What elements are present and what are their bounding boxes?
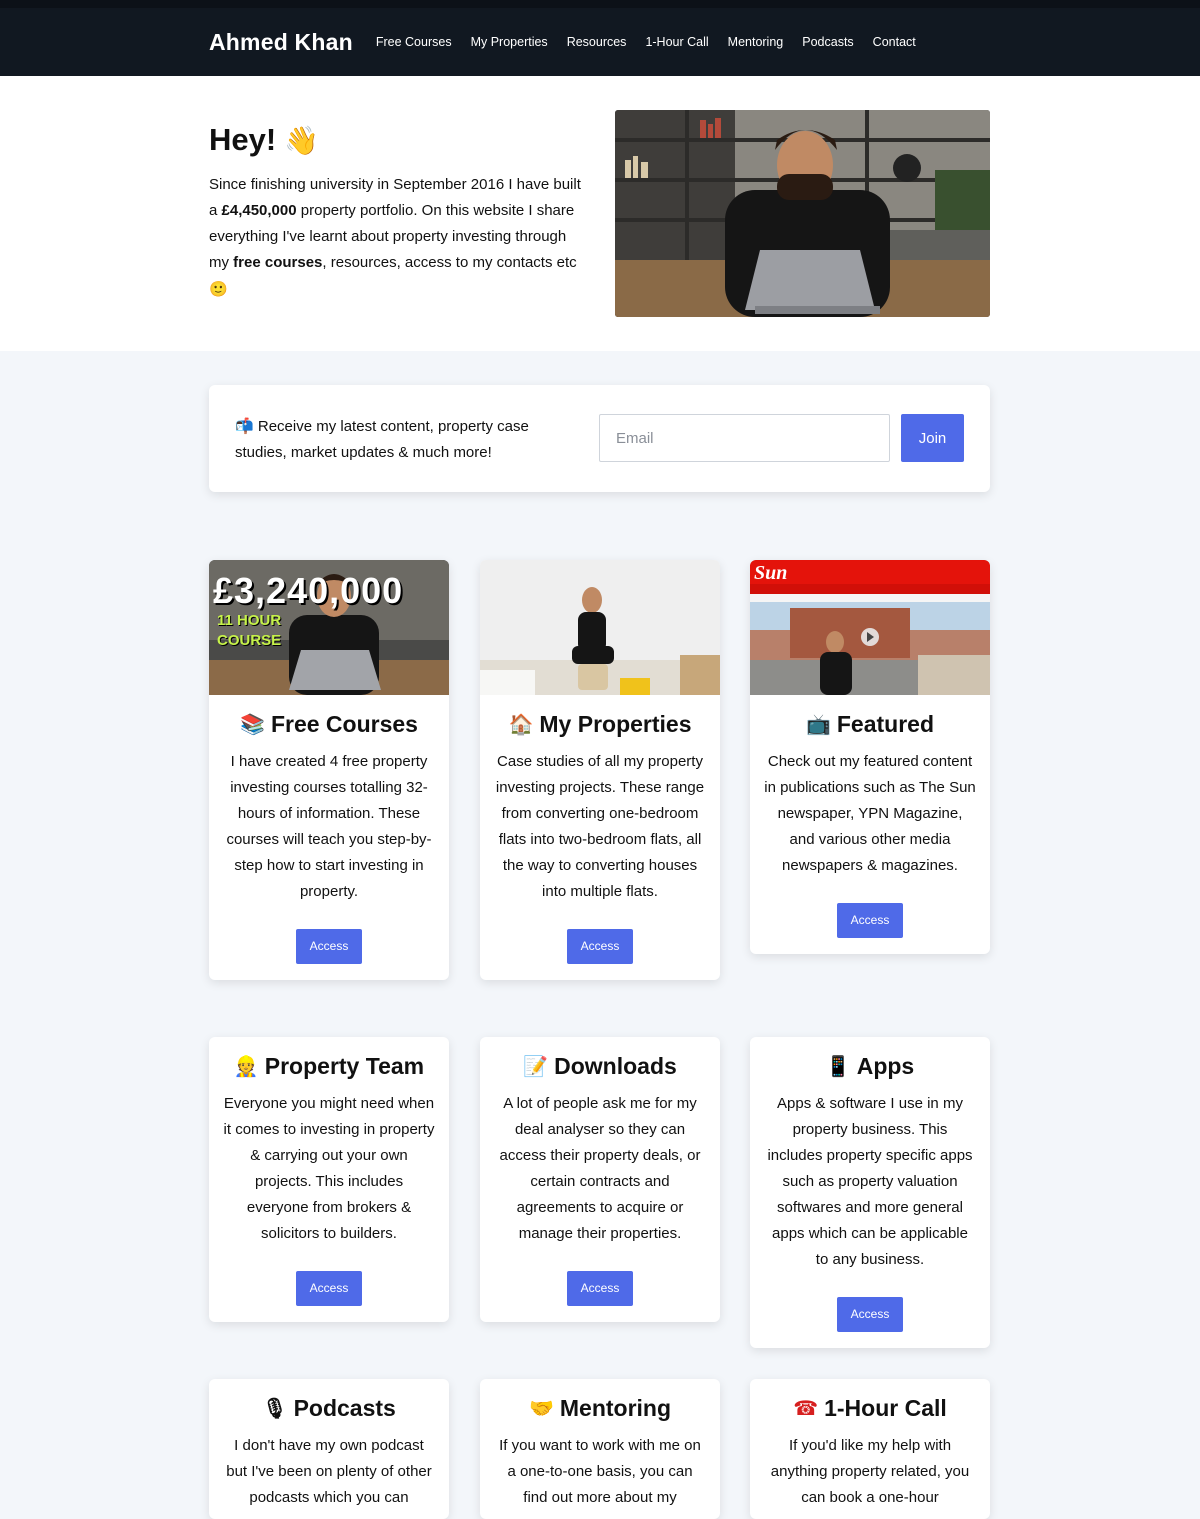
card-description: A lot of people ask me for my deal analy…: [499, 1095, 701, 1242]
card-title-text: Apps: [856, 1053, 915, 1079]
course-promo-line1: 11 HOUR: [217, 612, 282, 629]
card-podcasts: 🎙 Podcasts I don't have my own podcast b…: [209, 1379, 449, 1519]
free-courses-highlight: free courses: [233, 254, 323, 271]
hero-text: Hey! 👋 Since finishing university in Sep…: [209, 122, 584, 303]
card-image-featured: Sun: [750, 560, 990, 695]
card-title-free-courses: 📚 Free Courses: [209, 709, 449, 739]
card-image-free-courses: £3,240,000 11 HOUR COURSE: [209, 560, 449, 695]
nav-link-my-properties[interactable]: My Properties: [471, 35, 548, 49]
card-title-property-team: 👷 Property Team: [209, 1051, 449, 1081]
card-description: I have created 4 free property investing…: [226, 753, 432, 900]
portfolio-value: £4,450,000: [221, 202, 297, 219]
the-sun-logo: Sun: [754, 562, 787, 585]
card-description: I don't have my own podcast but I've bee…: [226, 1437, 432, 1506]
books-icon: 📚: [240, 712, 265, 736]
card-title-text: Podcasts: [293, 1395, 396, 1421]
card-property-team: 👷 Property Team Everyone you might need …: [209, 1037, 449, 1322]
hero-title: Hey! 👋: [209, 122, 584, 158]
hero-body-part: , resources, access to my contacts etc: [322, 254, 577, 271]
mailbox-icon: 📬: [235, 417, 254, 435]
card-title-text: 1-Hour Call: [824, 1395, 947, 1421]
access-button-downloads[interactable]: Access: [567, 1271, 633, 1306]
card-free-courses: £3,240,000 11 HOUR COURSE 📚 Free Courses…: [209, 560, 449, 980]
top-navbar: Ahmed Khan Free Courses My Properties Re…: [0, 0, 1200, 76]
join-button[interactable]: Join: [901, 414, 964, 462]
microphone-icon: 🎙: [262, 1396, 288, 1420]
card-description: Case studies of all my property investin…: [495, 753, 705, 900]
access-button-apps[interactable]: Access: [837, 1297, 903, 1332]
card-description: Everyone you might need when it comes to…: [223, 1095, 435, 1242]
course-promo-amount: £3,240,000: [213, 570, 404, 611]
access-button-free-courses[interactable]: Access: [296, 929, 362, 964]
card-description: If you'd like my help with anything prop…: [770, 1437, 970, 1506]
card-one-hour-call: ☎ 1-Hour Call If you'd like my help with…: [750, 1379, 990, 1519]
construction-worker-icon: 👷: [233, 1054, 259, 1078]
course-promo-line2: COURSE: [217, 632, 282, 649]
access-button-featured[interactable]: Access: [837, 903, 903, 938]
card-title-text: Mentoring: [559, 1395, 672, 1421]
card-title-text: Free Courses: [270, 711, 418, 737]
card-description: Check out my featured content in publica…: [764, 753, 976, 874]
card-description: If you want to work with me on a one-to-…: [499, 1437, 701, 1506]
email-input[interactable]: [599, 414, 890, 462]
hero-intro: Since finishing university in September …: [209, 172, 584, 303]
newsletter-signup: 📬 Receive my latest content, property ca…: [209, 385, 990, 492]
card-title-featured: 📺 Featured: [750, 709, 990, 739]
card-downloads: 📝 Downloads A lot of people ask me for m…: [480, 1037, 720, 1322]
house-icon: 🏠: [508, 712, 534, 736]
hero-photo: [615, 110, 990, 317]
waving-hand-icon: 👋: [284, 123, 320, 157]
hero-title-text: Hey!: [209, 122, 277, 157]
card-apps: 📱 Apps Apps & software I use in my prope…: [750, 1037, 990, 1348]
card-title-my-properties: 🏠 My Properties: [480, 709, 720, 739]
card-title-mentoring: 🤝 Mentoring: [480, 1393, 720, 1423]
smile-icon: 🙂: [209, 280, 228, 298]
card-my-properties: 🏠 My Properties Case studies of all my p…: [480, 560, 720, 980]
handshake-icon: 🤝: [528, 1396, 554, 1420]
television-icon: 📺: [805, 712, 831, 736]
telephone-icon: ☎: [793, 1396, 819, 1420]
card-title-one-hour-call: ☎ 1-Hour Call: [750, 1393, 990, 1423]
mobile-phone-icon: 📱: [825, 1054, 851, 1078]
card-title-text: Downloads: [554, 1053, 677, 1079]
card-title-downloads: 📝 Downloads: [480, 1051, 720, 1081]
card-mentoring: 🤝 Mentoring If you want to work with me …: [480, 1379, 720, 1519]
card-title-text: Featured: [836, 711, 935, 737]
nav-link-mentoring[interactable]: Mentoring: [728, 35, 784, 49]
card-featured: Sun 📺 Featured Check out my featured con…: [750, 560, 990, 954]
access-button-property-team[interactable]: Access: [296, 1271, 362, 1306]
site-brand[interactable]: Ahmed Khan: [209, 29, 353, 56]
the-sun-logo-text: Sun: [754, 562, 788, 584]
card-title-apps: 📱 Apps: [750, 1051, 990, 1081]
access-button-my-properties[interactable]: Access: [567, 929, 633, 964]
card-description: Apps & software I use in my property bus…: [767, 1095, 973, 1268]
nav-link-free-courses[interactable]: Free Courses: [376, 35, 452, 49]
card-image-my-properties: [480, 560, 720, 695]
memo-icon: 📝: [523, 1054, 549, 1078]
nav-link-one-hour-call[interactable]: 1-Hour Call: [645, 35, 708, 49]
newsletter-text: 📬 Receive my latest content, property ca…: [235, 413, 565, 466]
hero-section: Hey! 👋 Since finishing university in Sep…: [0, 76, 1200, 351]
nav-link-contact[interactable]: Contact: [873, 35, 916, 49]
card-title-text: My Properties: [539, 711, 692, 737]
card-title-text: Property Team: [264, 1053, 425, 1079]
card-title-podcasts: 🎙 Podcasts: [209, 1393, 449, 1423]
newsletter-description: Receive my latest content, property case…: [235, 418, 529, 461]
nav-link-podcasts[interactable]: Podcasts: [802, 35, 853, 49]
nav-link-resources[interactable]: Resources: [567, 35, 627, 49]
